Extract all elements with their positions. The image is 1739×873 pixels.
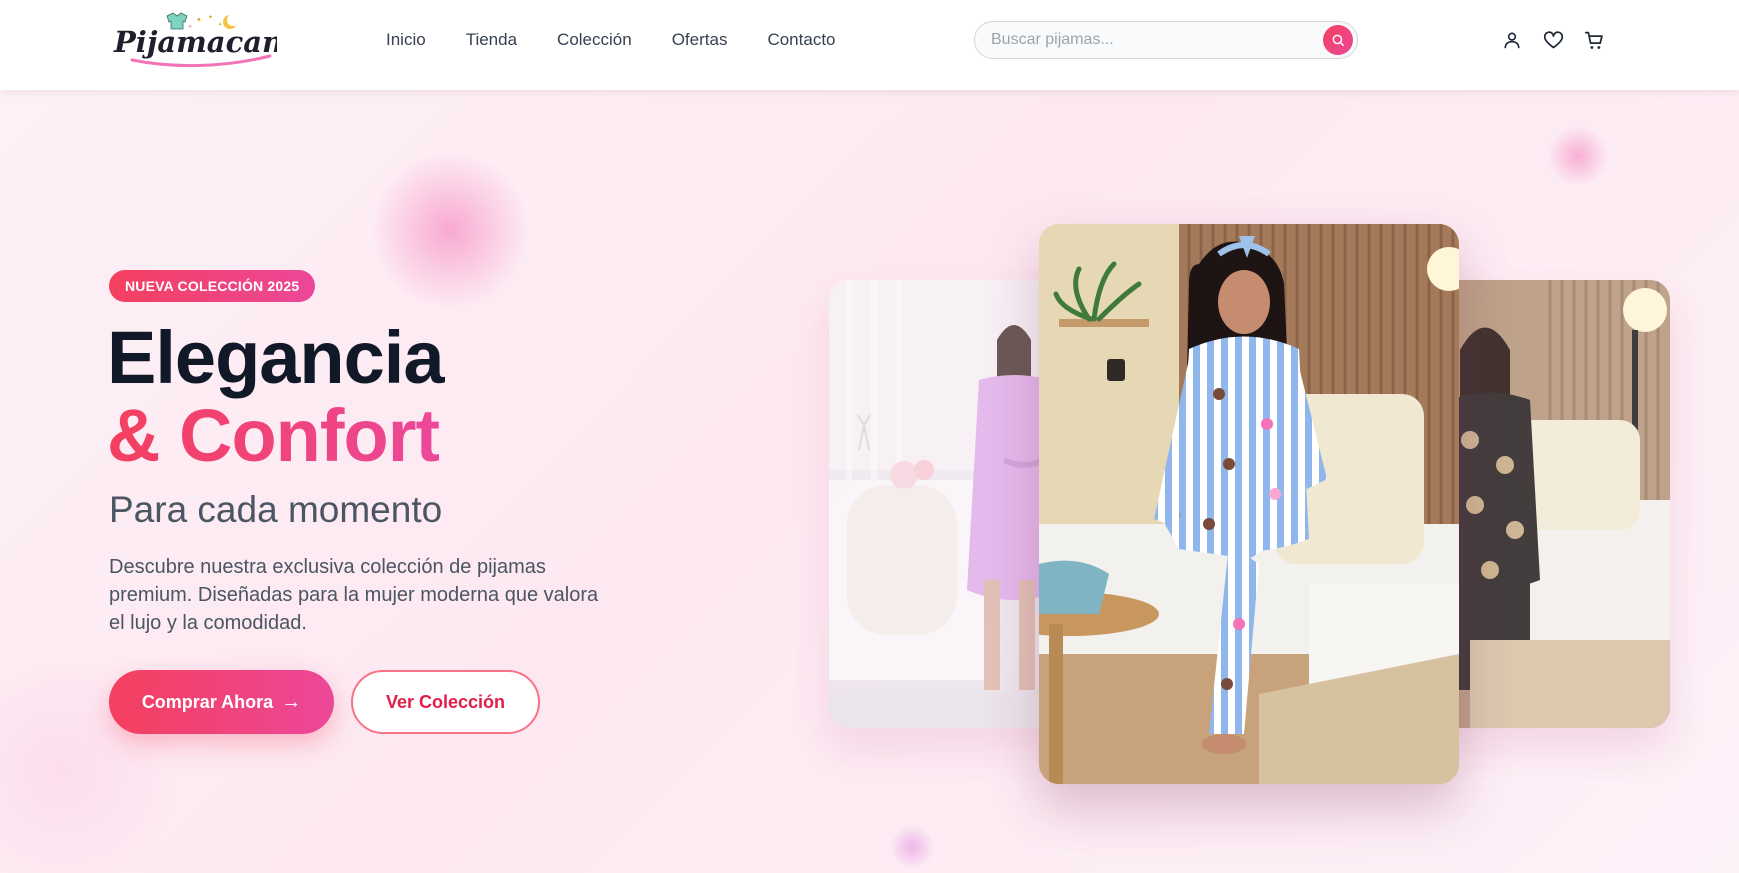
- hero-title-line1: Elegancia: [107, 316, 445, 399]
- svg-text:✦: ✦: [208, 14, 213, 21]
- product-image-bear-pajama[interactable]: [1430, 280, 1670, 728]
- hero-subtitle: Para cada momento: [109, 489, 443, 530]
- site-header: ✦ ✦ ✦ ✦ Pijamacandy Inicio Tienda Colecc…: [0, 0, 1739, 90]
- arrow-right-icon: →: [281, 690, 302, 713]
- shop-now-button[interactable]: Comprar Ahora →: [109, 670, 334, 734]
- hero-description: Descubre nuestra exclusiva colección de …: [109, 556, 599, 634]
- view-collection-button[interactable]: Ver Colección: [351, 670, 540, 734]
- cart-button[interactable]: [1582, 28, 1606, 52]
- nav-link-coleccion[interactable]: Colección: [557, 30, 632, 50]
- nav-link-tienda[interactable]: Tienda: [466, 30, 517, 50]
- striped-pajama-photo: [1039, 224, 1459, 784]
- decorative-blob: [370, 150, 530, 310]
- user-icon: [1504, 32, 1520, 49]
- hero-section: NUEVA COLECCIÓN 2025 Elegancia & Confort…: [0, 90, 1739, 873]
- pijamacandy-logo[interactable]: ✦ ✦ ✦ ✦ Pijamacandy: [112, 10, 277, 72]
- logo-image: ✦ ✦ ✦ ✦ Pijamacandy: [113, 12, 277, 68]
- search-button[interactable]: [1323, 25, 1353, 55]
- header-actions: [1500, 28, 1606, 52]
- wishlist-button[interactable]: [1541, 28, 1565, 52]
- product-image-striped-pajama[interactable]: [1039, 224, 1459, 784]
- search-icon: [1332, 34, 1344, 46]
- hero-title-line2: & Confort: [107, 392, 440, 480]
- heart-icon: [1543, 30, 1563, 48]
- search-input[interactable]: [991, 22, 1301, 58]
- decorative-blob: [1548, 126, 1608, 186]
- decorative-blob: [890, 825, 934, 869]
- logo-wordmark: Pijamacandy: [113, 25, 277, 59]
- svg-text:✦: ✦: [196, 16, 202, 24]
- search-bar: [974, 21, 1358, 59]
- bear-pajama-photo: [1430, 280, 1670, 728]
- main-nav: Inicio Tienda Colección Ofertas Contacto: [386, 30, 836, 50]
- account-button[interactable]: [1500, 28, 1524, 52]
- shop-now-label: Comprar Ahora: [141, 691, 274, 712]
- nav-link-contacto[interactable]: Contacto: [767, 30, 835, 50]
- nav-link-inicio[interactable]: Inicio: [386, 30, 426, 50]
- nav-link-ofertas[interactable]: Ofertas: [672, 30, 728, 50]
- cart-icon: [1584, 31, 1603, 49]
- new-collection-badge: NUEVA COLECCIÓN 2025: [109, 270, 316, 302]
